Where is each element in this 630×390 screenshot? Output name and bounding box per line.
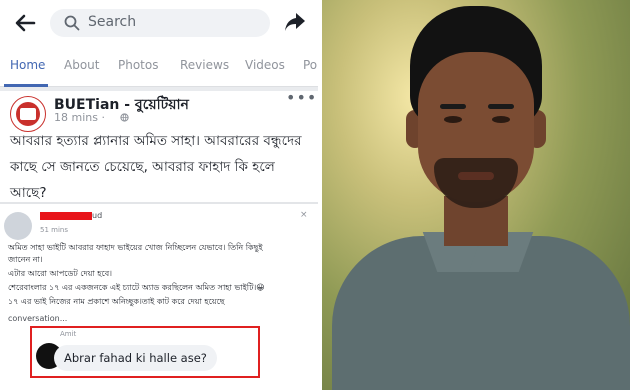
section-divider	[0, 87, 318, 91]
tab-photos[interactable]: Photos	[118, 58, 158, 72]
tab-videos[interactable]: Videos	[245, 58, 285, 72]
page-avatar[interactable]	[10, 96, 46, 132]
search-placeholder: Search	[88, 14, 137, 30]
search-input[interactable]: Search	[50, 9, 270, 37]
post-text: আবরার হত্যার প্ল্যানার অমিত সাহা। আবরারে…	[10, 133, 302, 201]
comment-line: এটার আরো আপডেট দেয়া হবে।	[8, 269, 113, 278]
tab-posts[interactable]: Po	[303, 58, 317, 72]
chat-sender: Amit	[60, 330, 77, 338]
chat-message-bubble: Abrar fahad ki halle ase?	[54, 345, 217, 371]
redacted-name	[40, 212, 92, 220]
page-tabs: Home About Photos Reviews Videos Po	[0, 48, 318, 87]
comment-line: অমিত সাহা ভাইটি আবরার ফাহাদ ভাইয়ের খোজ …	[8, 243, 263, 252]
comment-line: জানেন না।	[8, 255, 43, 264]
tab-home[interactable]: Home	[10, 58, 45, 72]
close-icon: ×	[300, 210, 308, 220]
commenter-avatar	[4, 212, 32, 240]
conversation-label: conversation...	[8, 314, 68, 323]
comment-line: ১৭ এর ভাই নিজের নাম প্রকাশে অনিচ্ছুক।তাই…	[8, 297, 225, 306]
eyebrow-left	[440, 104, 466, 109]
share-icon[interactable]	[283, 11, 307, 33]
commenter-name-fragment: ud	[92, 211, 103, 220]
eye-left	[444, 116, 462, 123]
post-options-icon[interactable]: •••	[286, 88, 317, 107]
tab-about[interactable]: About	[64, 58, 99, 72]
top-bar: Search	[0, 0, 318, 46]
page-logo-mark	[20, 108, 36, 120]
eye-right	[492, 116, 510, 123]
portrait-photo	[322, 0, 630, 390]
comment-time: 51 mins	[40, 226, 68, 234]
post-time[interactable]: 18 mins ·	[54, 111, 105, 124]
facebook-screenshot: Search Home About Photos Reviews Videos …	[0, 0, 318, 390]
back-arrow-icon[interactable]	[12, 10, 38, 36]
tab-reviews[interactable]: Reviews	[180, 58, 229, 72]
search-icon	[64, 15, 80, 31]
globe-icon	[120, 113, 129, 122]
mouth	[458, 172, 494, 180]
comment-line: শেরেবাংলার ১৭ এর একজনকে এই চ্যাটে অ্যাড …	[8, 283, 265, 292]
eyebrow-right	[488, 104, 514, 109]
